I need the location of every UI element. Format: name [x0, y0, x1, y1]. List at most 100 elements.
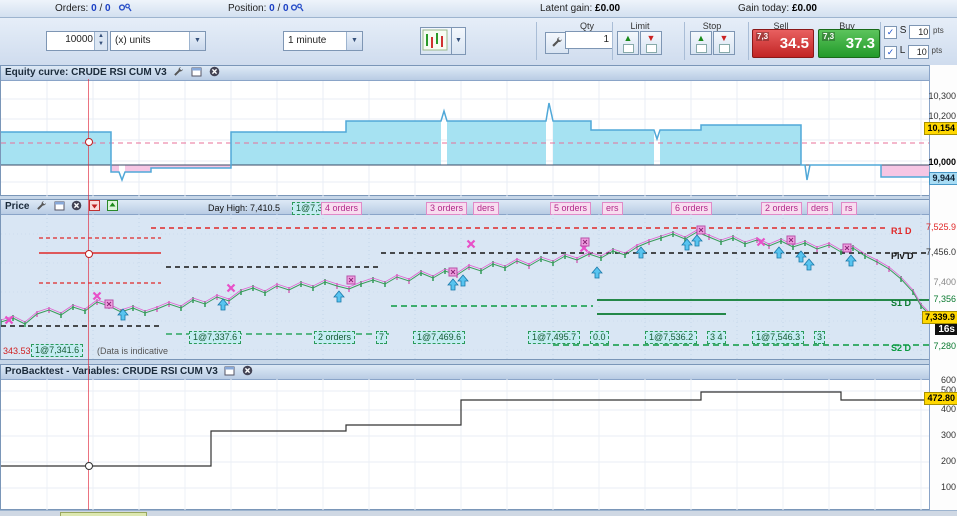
pending-order-tag[interactable]: 1@7,469.6 — [413, 331, 466, 344]
sell-price-prefix: 7,3 — [756, 32, 770, 41]
l-pts-value: 10 — [916, 47, 927, 57]
axis-label: 7,400 — [933, 277, 956, 287]
axis-label: 10,200 — [928, 111, 956, 121]
sell-button[interactable]: 7,3 34.5 — [752, 29, 814, 58]
pending-order-fragment[interactable]: 0.0 — [590, 331, 609, 344]
crosshair-point — [85, 250, 93, 258]
gain-today-label: Gain today: — [738, 3, 790, 14]
chevron-down-icon[interactable]: ▼ — [189, 32, 205, 50]
pending-order-tag[interactable]: 1@7,546.3 — [752, 331, 805, 344]
pending-order-tag[interactable]: 1@7,337.6 — [189, 331, 242, 344]
axis-label: 10,300 — [928, 91, 956, 101]
orders-total: 0 — [105, 3, 111, 14]
position-label: Position: — [228, 3, 267, 14]
close-icon[interactable] — [208, 66, 220, 77]
window-icon[interactable] — [53, 201, 65, 212]
svg-text:S2 D: S2 D — [891, 343, 912, 353]
buy-button[interactable]: 7,3 37.3 — [818, 29, 880, 58]
units-dropdown[interactable]: (x) units ▼ — [110, 31, 206, 51]
position-slash: / — [277, 3, 281, 14]
sell-stop-button[interactable]: ▼ — [713, 31, 735, 55]
axis-label: 7,456.0 — [925, 247, 956, 257]
orders-settings-icon[interactable] — [118, 2, 132, 15]
l-label: L — [899, 45, 905, 56]
arrow-down-icon: ▼ — [719, 33, 729, 43]
axis-label: 7,339.9 — [921, 311, 957, 324]
pending-order-fragment[interactable]: 3 — [814, 331, 826, 344]
gain-today-value: £0.00 — [791, 3, 817, 14]
pending-order-tag[interactable]: 1@7,495.7 — [528, 331, 581, 344]
axis-label: 10,000 — [928, 157, 956, 167]
order-tag[interactable]: 1@7,341.6 — [31, 344, 84, 357]
order-ticket-icon — [622, 44, 634, 53]
pending-order-tag[interactable]: 2 orders — [314, 331, 356, 344]
equity-panel-title: Equity curve: CRUDE RSI CUM V3 — [5, 67, 167, 78]
position-open: 0 — [269, 3, 275, 14]
order-ticket-icon — [718, 44, 730, 53]
sell-marker-icon[interactable] — [89, 200, 101, 211]
axis-label: 7,356 — [933, 294, 956, 304]
buy-limit-button[interactable]: ▲ — [617, 31, 639, 55]
window-icon[interactable] — [224, 366, 236, 377]
order-qty-value: 1 — [603, 34, 609, 45]
chart-type-button[interactable] — [420, 27, 452, 55]
svg-text:Piv D: Piv D — [891, 251, 914, 261]
crosshair-point — [85, 462, 93, 470]
wrench-icon[interactable] — [35, 200, 47, 211]
axis-label: 7,525.9 — [925, 222, 956, 232]
probacktest-panel-header[interactable]: ProBacktest - Variables: CRUDE RSI CUM V… — [1, 365, 929, 380]
s-pts-value: 10 — [918, 27, 929, 37]
pending-order-fragment[interactable]: 3 4 — [707, 331, 726, 344]
orders-open: 0 — [91, 3, 97, 14]
day-high-label: Day High: 7,410.5 — [208, 203, 281, 213]
quantity-value: 10000 — [65, 34, 93, 45]
timeframe-dropdown[interactable]: 1 minute ▼ — [283, 31, 363, 51]
order-qty-input[interactable]: 1 — [565, 31, 613, 49]
pending-order-tag[interactable]: 1@7,536.2 — [645, 331, 698, 344]
crosshair-point — [85, 138, 93, 146]
l-pts-input[interactable]: 10 — [907, 45, 929, 59]
svg-text:S1 D: S1 D — [891, 298, 912, 308]
equity-panel-header[interactable]: Equity curve: CRUDE RSI CUM V3 — [1, 66, 929, 81]
close-icon[interactable] — [71, 200, 83, 211]
price-axis-gutter[interactable]: 10,300 10,200 10,154 10,000 9,944 7,525.9 7,45… — [921, 65, 957, 516]
main-toolbar: 10000 ▲ ▼ (x) units ▼ 1 minute ▼ ▼ Qty 1… — [0, 18, 957, 66]
buy-stop-button[interactable]: ▲ — [690, 31, 712, 55]
l-checkbox[interactable]: ✓ — [884, 46, 897, 59]
quantity-stepper[interactable]: 10000 ▲ ▼ — [46, 31, 108, 51]
qty-header: Qty — [579, 21, 595, 31]
axis-label: 10,154 — [924, 122, 957, 135]
chart-type-menu-arrow[interactable]: ▼ — [451, 27, 466, 55]
wrench-icon[interactable] — [172, 66, 184, 77]
equity-curve-chart[interactable] — [1, 81, 930, 197]
equity-curve-panel: Equity curve: CRUDE RSI CUM V3 — [0, 65, 930, 197]
close-icon[interactable] — [241, 365, 253, 376]
top-status-bar: Orders: 0 / 0 Position: 0 / 0 Latent gai… — [0, 0, 957, 18]
axis-label: 300 — [940, 430, 956, 440]
price-panel: Price Day High: 7,410.5 1@7,346.4 4 orde… — [0, 199, 930, 361]
axis-label: 100 — [940, 482, 956, 492]
orders-label: Orders: — [55, 3, 89, 14]
pending-order-fragment[interactable]: 7 — [376, 331, 388, 344]
toolbar-separator — [748, 22, 749, 60]
svg-text:R1 D: R1 D — [891, 226, 912, 236]
sell-limit-button[interactable]: ▼ — [640, 31, 662, 55]
s-pts-label: pts — [933, 26, 944, 35]
buy-marker-icon[interactable] — [106, 200, 118, 211]
arrow-down-icon: ▼ — [646, 33, 656, 43]
chevron-down-icon[interactable]: ▼ — [346, 32, 362, 50]
window-icon[interactable] — [190, 67, 202, 78]
s-pts-input[interactable]: 10 — [909, 25, 931, 39]
stepper-arrows[interactable]: ▲ ▼ — [94, 32, 107, 50]
data-indicative-label: (Data is indicative — [97, 346, 169, 356]
orders-slash: / — [99, 3, 103, 14]
timeframe-value: 1 minute — [288, 35, 327, 46]
l-pts-label: pts — [931, 46, 943, 55]
stop-setting-row: ✓ S 10 pts — [884, 24, 944, 40]
position-settings-icon[interactable] — [290, 2, 304, 15]
backtest-variables-chart[interactable] — [1, 379, 930, 510]
wrench-icon — [552, 37, 562, 47]
s-checkbox[interactable]: ✓ — [884, 26, 897, 39]
probacktest-panel: ProBacktest - Variables: CRUDE RSI CUM V… — [0, 364, 930, 510]
axis-label: 400 — [940, 404, 956, 414]
